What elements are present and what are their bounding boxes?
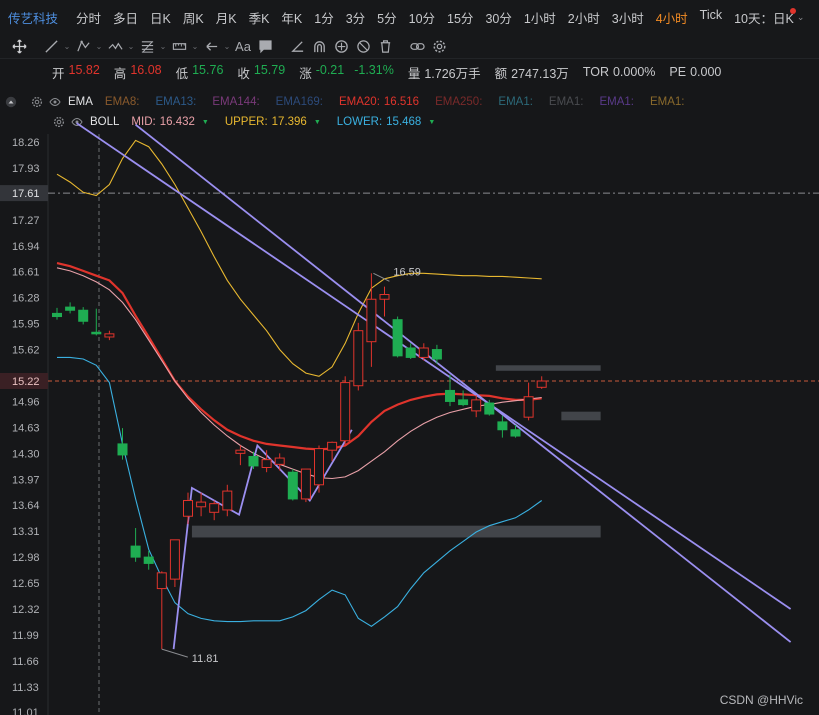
candle-down: [91, 331, 102, 335]
y-tick-label: 16.61: [12, 267, 40, 279]
candle-up: [340, 382, 351, 442]
candle-up: [471, 399, 482, 412]
candle-down: [65, 306, 76, 311]
y-tick-label: 17.27: [12, 215, 40, 227]
candle-up: [222, 490, 233, 511]
candle-down: [130, 545, 141, 558]
candle-up: [209, 503, 220, 513]
y-tick-label: 13.97: [12, 474, 40, 486]
annotation-pointer: [161, 648, 188, 658]
candle-up: [196, 501, 207, 508]
y-tick-label: 11.33: [12, 682, 39, 694]
trend-channel-line: [135, 123, 792, 643]
candle-down: [287, 471, 298, 500]
y-tick-label: 11.01: [12, 707, 39, 715]
candle-up: [327, 441, 338, 451]
candle-down: [458, 399, 469, 406]
y-tick-label: 12.65: [12, 578, 40, 590]
y-tick-label: 17.61: [12, 188, 40, 200]
y-tick-label: 15.22: [12, 376, 40, 388]
candle-down: [405, 347, 416, 358]
candle-down: [510, 429, 521, 437]
series-line-boll-upper: [56, 139, 542, 377]
candle-up: [183, 500, 193, 517]
price-zone-box: [495, 365, 601, 371]
y-tick-label: 17.93: [12, 163, 40, 175]
candle-up: [104, 333, 115, 338]
y-tick-label: 16.28: [12, 293, 40, 305]
series-line-ema20: [56, 262, 542, 451]
candle-down: [392, 319, 403, 357]
y-tick-label: 15.95: [12, 319, 40, 331]
candle-down: [52, 312, 62, 318]
candle-down: [248, 455, 259, 467]
series-line-boll-lower: [57, 356, 543, 627]
low-annotation-label: 11.81: [192, 653, 219, 665]
annotation-pointer: [373, 272, 390, 282]
candle-up: [261, 459, 272, 468]
candle-down: [78, 309, 89, 322]
y-tick-label: 18.26: [12, 137, 40, 149]
y-tick-label: 14.96: [12, 396, 40, 408]
y-tick-label: 15.62: [12, 345, 40, 357]
candle-down: [431, 349, 442, 360]
candle-down: [497, 421, 508, 431]
high-annotation-label: 16.59: [393, 266, 421, 278]
candle-up: [418, 347, 429, 358]
watermark: CSDN @HHVic: [719, 693, 803, 707]
candle-up: [235, 449, 246, 454]
y-tick-label: 11.99: [12, 630, 39, 642]
price-zone-box: [561, 411, 601, 421]
price-zone-box: [191, 525, 601, 538]
candle-down: [143, 556, 154, 564]
y-tick-label: 14.30: [12, 448, 40, 460]
y-tick-label: 13.64: [12, 500, 40, 512]
candle-up: [169, 539, 180, 580]
candle-up: [300, 468, 311, 500]
candlestick-chart[interactable]: 18.26 17.93 17.61 17.27 16.94 16.61 16.28 15.95…: [0, 0, 819, 715]
y-tick-label: 12.32: [12, 604, 40, 616]
candle-up: [314, 448, 324, 486]
y-tick-label: 16.94: [12, 241, 40, 253]
candle-up: [274, 457, 285, 465]
candle-up: [366, 298, 377, 343]
candle-up: [353, 330, 364, 387]
candle-up: [523, 396, 534, 418]
y-tick-label: 13.31: [12, 526, 40, 538]
candle-down: [117, 443, 128, 456]
y-tick-label: 14.63: [12, 422, 40, 434]
y-tick-label: 11.66: [12, 656, 39, 668]
candle-up: [156, 572, 167, 590]
candle-down: [484, 402, 495, 415]
candle-up: [379, 294, 390, 300]
candle-up: [536, 380, 547, 388]
candle-down: [445, 389, 455, 402]
y-tick-label: 12.98: [12, 552, 40, 564]
